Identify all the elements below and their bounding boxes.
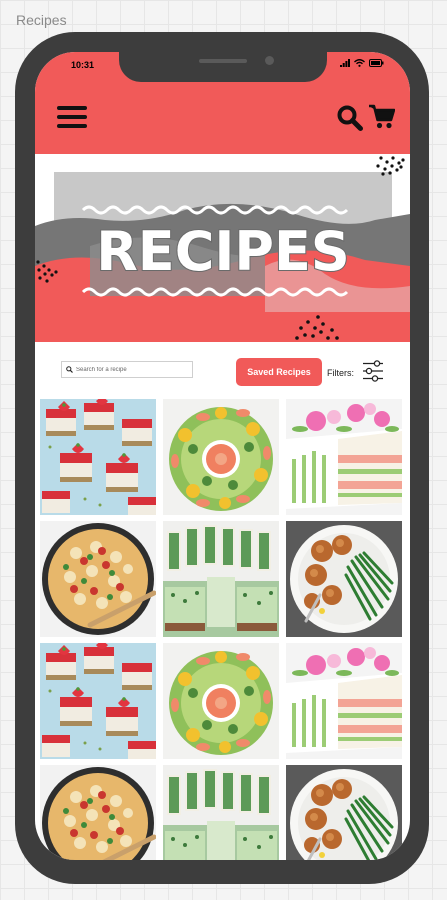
recipe-search-box[interactable] (61, 361, 193, 378)
hero-graphic: RECIPES (35, 154, 410, 342)
cart-icon[interactable] (369, 104, 395, 130)
signal-icon (340, 59, 350, 67)
recipe-card-strawberry-cheesecake-squares[interactable] (40, 399, 156, 515)
search-icon (66, 366, 73, 373)
recipe-photo (163, 765, 279, 860)
recipe-photo (40, 399, 156, 515)
recipe-card-strawberry-cheesecake-squares[interactable] (40, 643, 156, 759)
recipe-card-pasta-bake-skillet[interactable] (40, 521, 156, 637)
saved-recipes-button[interactable]: Saved Recipes (236, 358, 322, 386)
recipe-photo (286, 765, 402, 860)
recipe-card-fishcakes-with-green-beans[interactable] (286, 765, 402, 860)
recipe-photo (40, 765, 156, 860)
recipe-grid (40, 399, 407, 860)
recipe-photo (286, 399, 402, 515)
status-time: 10:31 (71, 60, 95, 70)
recipe-card-fishcakes-with-green-beans[interactable] (286, 521, 402, 637)
search-icon[interactable] (337, 105, 363, 131)
phone-screen: 10:31 RECIPES Search for a recipe Saved … (35, 52, 410, 860)
recipe-controls: Saved Recipes Filters: (35, 342, 410, 398)
phone-mockup: 10:31 RECIPES Search for a recipe Saved … (15, 32, 429, 884)
hero-title: RECIPES (96, 220, 350, 283)
recipe-photo (286, 643, 402, 759)
frame-label: Recipes (16, 12, 67, 28)
recipe-photo (40, 643, 156, 759)
battery-icon (369, 59, 384, 67)
recipe-card-pea-mint-sandwich-slices[interactable] (163, 765, 279, 860)
recipe-photo (286, 521, 402, 637)
app-header (35, 84, 410, 154)
hero-banner: RECIPES (35, 154, 410, 342)
recipe-card-layered-sandwich-cake[interactable] (286, 399, 402, 515)
recipe-photo (163, 521, 279, 637)
status-bar: 10:31 (35, 52, 410, 84)
phone-notch (119, 52, 327, 82)
recipe-card-pea-mint-sandwich-slices[interactable] (163, 521, 279, 637)
recipe-photo (40, 521, 156, 637)
wifi-icon (354, 59, 365, 67)
filters-label: Filters: (327, 368, 354, 378)
recipe-card-layered-sandwich-cake[interactable] (286, 643, 402, 759)
speaker-grille (199, 59, 247, 63)
recipe-photo (163, 643, 279, 759)
status-icons (340, 59, 384, 67)
front-camera (265, 56, 274, 65)
recipe-card-pasta-bake-skillet[interactable] (40, 765, 156, 860)
sliders-icon[interactable] (363, 360, 383, 382)
recipe-card-prawn-avocado-salad-wreath[interactable] (163, 399, 279, 515)
recipe-search-input[interactable] (73, 366, 186, 373)
recipe-photo (163, 399, 279, 515)
hamburger-menu-icon[interactable] (57, 106, 87, 130)
recipe-card-prawn-avocado-salad-wreath[interactable] (163, 643, 279, 759)
